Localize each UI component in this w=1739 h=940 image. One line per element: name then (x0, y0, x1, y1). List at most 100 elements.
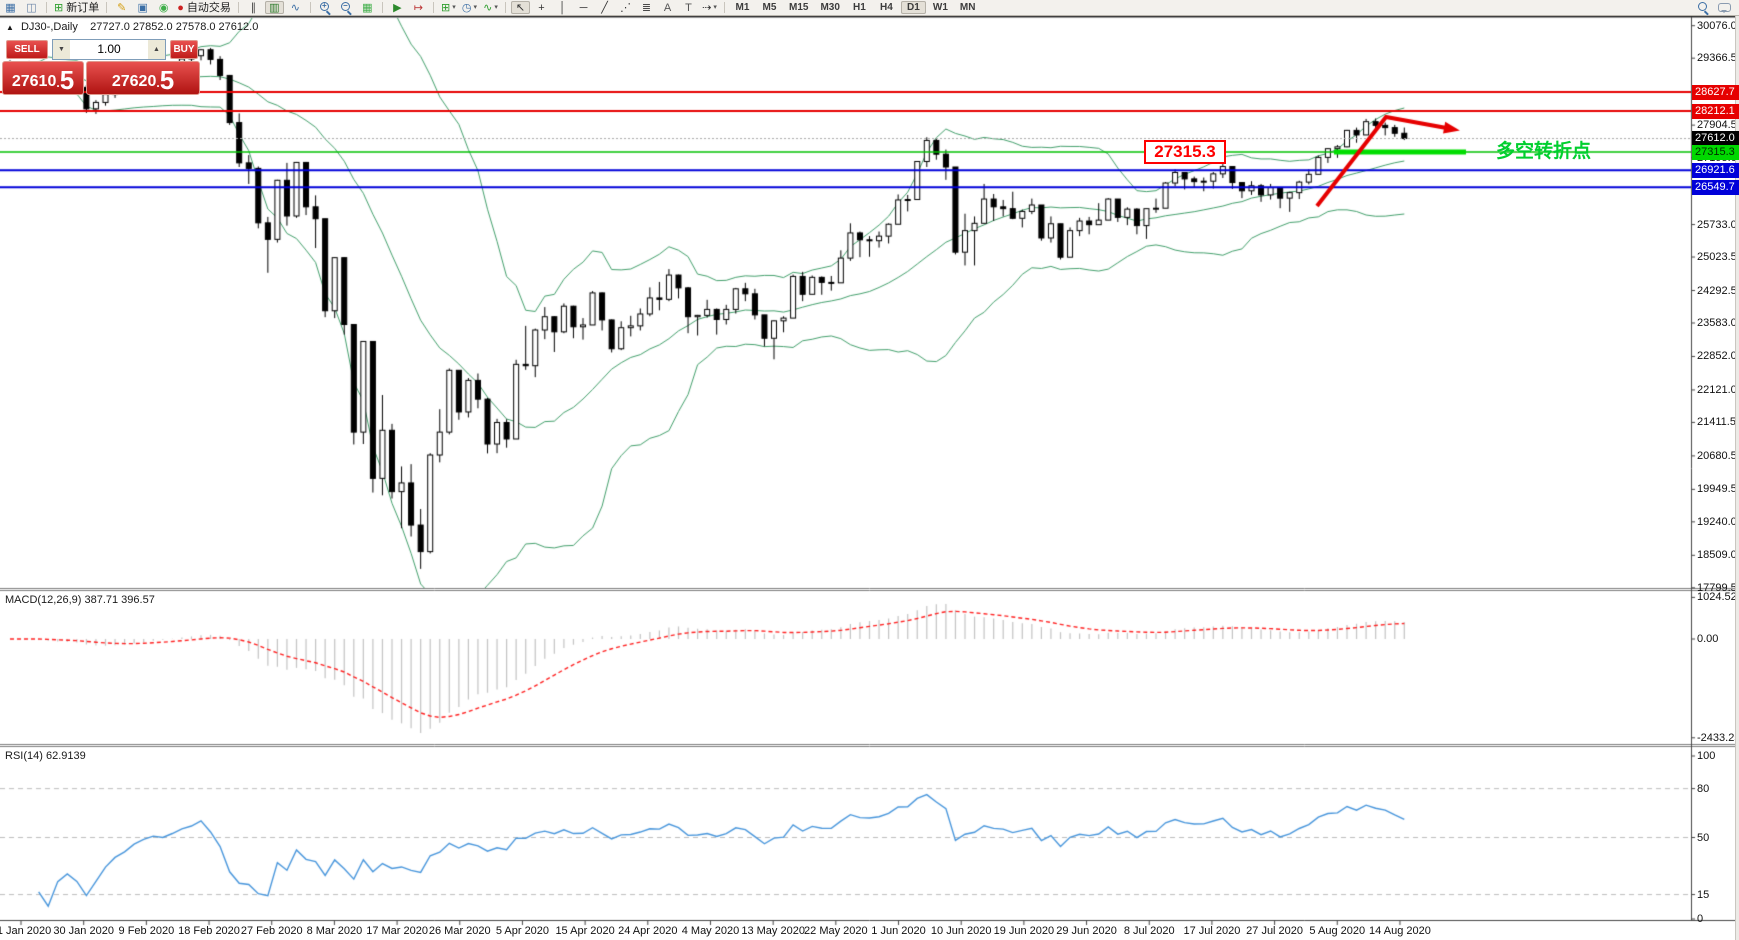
volume-field: ▼ 1.00 ▲ (52, 39, 166, 60)
price-axis-tick: 27904.5 (1697, 119, 1737, 131)
timeframe-d1[interactable]: D1 (901, 1, 926, 14)
price-axis-tick: 22852.0 (1697, 350, 1737, 362)
toolbar-separator (238, 2, 239, 13)
price-axis-tick: 18509.0 (1697, 549, 1737, 561)
date-axis-label: 4 May 2020 (682, 925, 739, 937)
equidistant-channel-icon[interactable]: ⋰ (616, 1, 635, 14)
rsi-axis-tick: 15 (1697, 889, 1709, 901)
candlestick-chart-icon[interactable]: ▥ (265, 1, 284, 14)
volume-increase-button[interactable]: ▲ (148, 40, 165, 59)
sell-button[interactable]: SELL (6, 40, 48, 59)
zoom-in-icon[interactable]: + (316, 1, 335, 14)
buy-price[interactable]: 27620.5 (86, 61, 200, 95)
date-axis-label: 17 Mar 2020 (366, 925, 428, 937)
symbol-name: DJ30-,Daily (21, 21, 78, 33)
macd-axis-tick: 1024.52 (1697, 591, 1737, 603)
bar-chart-icon[interactable]: ∥ (244, 1, 263, 14)
vertical-line-icon[interactable]: │ (553, 1, 572, 14)
chat-icon[interactable] (1718, 3, 1731, 12)
timeframe-mn[interactable]: MN (955, 1, 981, 14)
horizontal-line-icon[interactable]: ─ (574, 1, 593, 14)
sell-price-big-digit: 5 (60, 67, 74, 93)
volume-decrease-button[interactable]: ▼ (53, 40, 70, 59)
arrows-button[interactable]: ⇢ (700, 1, 719, 14)
panel-collapse-icon[interactable]: ▲ (6, 23, 14, 32)
trendline-icon[interactable]: ╱ (595, 1, 614, 14)
price-line-badge: 28627.7 (1692, 85, 1739, 100)
price-axis-tick: 19949.5 (1697, 483, 1737, 495)
new-order-button[interactable]: ⊞新订单 (52, 1, 101, 14)
line-chart-icon[interactable]: ∿ (286, 1, 305, 14)
styler-icon[interactable]: ✎ (112, 1, 131, 14)
date-axis-label: 19 Jun 2020 (994, 925, 1055, 937)
date-axis-label: 21 Jan 2020 (0, 925, 51, 937)
macd-indicator-label: MACD(12,26,9) 387.71 396.57 (5, 594, 155, 606)
price-axis-tick: 29366.5 (1697, 52, 1737, 64)
crosshair-icon[interactable]: + (532, 1, 551, 14)
date-axis-label: 13 May 2020 (741, 925, 805, 937)
toolbar-items: ▦◫⊞新订单✎▣◉●自动交易∥▥∿+−▦▶↦⊞◷∿↖+│─╱⋰≣AT⇢M1M5M… (0, 0, 981, 15)
date-axis-label: 14 Aug 2020 (1369, 925, 1431, 937)
data-window-icon[interactable]: ◫ (22, 1, 41, 14)
buy-button[interactable]: BUY (170, 40, 198, 59)
text-icon[interactable]: A (658, 1, 677, 14)
date-axis-label: 30 Jan 2020 (53, 925, 114, 937)
metaeditor-icon[interactable]: ▣ (133, 1, 152, 14)
auto-scroll-icon[interactable]: ▶ (388, 1, 407, 14)
toolbar-separator (382, 2, 383, 13)
price-axis-tick: 19240.0 (1697, 516, 1737, 528)
volume-input[interactable]: 1.00 (70, 40, 148, 59)
search-icon[interactable] (1697, 1, 1710, 14)
turning-point-annotation[interactable]: 多空转折点 (1496, 136, 1591, 163)
timeframe-m30[interactable]: M30 (815, 1, 844, 14)
periods-button[interactable]: ◷ (460, 1, 479, 14)
signals-icon[interactable]: ◉ (154, 1, 173, 14)
sell-price-main: 27610 (12, 71, 57, 93)
date-axis-label: 10 Jun 2020 (931, 925, 992, 937)
price-level-annotation[interactable]: 27315.3 (1144, 140, 1226, 164)
tile-windows-icon[interactable]: ▦ (358, 1, 377, 14)
timeframe-m15[interactable]: M15 (784, 1, 813, 14)
rsi-axis-tick: 80 (1697, 783, 1709, 795)
timeframe-h1[interactable]: H1 (847, 1, 872, 14)
timeframe-w1[interactable]: W1 (928, 1, 953, 14)
date-axis-label: 29 Jun 2020 (1056, 925, 1117, 937)
date-axis-label: 5 Apr 2020 (496, 925, 549, 937)
text-label-icon[interactable]: T (679, 1, 698, 14)
indicators-button[interactable]: ∿ (481, 1, 500, 14)
price-axis-tick: 30076.0 (1697, 20, 1737, 32)
new-chart-button[interactable]: ⊞ (439, 1, 458, 14)
timeframe-h4[interactable]: H4 (874, 1, 899, 14)
toolbar-separator (433, 2, 434, 13)
chart-canvas[interactable] (0, 0, 1739, 940)
date-axis-label: 9 Feb 2020 (119, 925, 175, 937)
chart-title: ▲ DJ30-,Daily 27727.0 27852.0 27578.0 27… (6, 21, 258, 33)
date-axis-label: 8 Mar 2020 (307, 925, 363, 937)
price-axis-tick: 21411.5 (1697, 416, 1736, 428)
date-axis-label: 22 May 2020 (804, 925, 868, 937)
price-axis-tick: 20680.5 (1697, 450, 1737, 462)
chart-windows-icon[interactable]: ▦ (1, 1, 20, 14)
rsi-axis-tick: 50 (1697, 832, 1709, 844)
autotrading-button[interactable]: ●自动交易 (175, 1, 233, 14)
buy-price-big-digit: 5 (160, 67, 174, 93)
cursor-icon[interactable]: ↖ (511, 1, 530, 14)
timeframe-m1[interactable]: M1 (730, 1, 755, 14)
price-axis-tick: 23583.0 (1697, 317, 1737, 329)
toolbar-separator (505, 2, 506, 13)
price-line-badge: 26549.7 (1692, 180, 1739, 195)
date-axis-label: 18 Feb 2020 (178, 925, 240, 937)
chart-shift-icon[interactable]: ↦ (409, 1, 428, 14)
ohlc-values: 27727.0 27852.0 27578.0 27612.0 (90, 21, 258, 33)
date-axis-label: 8 Jul 2020 (1124, 925, 1175, 937)
sell-price[interactable]: 27610.5 (2, 61, 84, 95)
date-axis-label: 27 Jul 2020 (1246, 925, 1303, 937)
fibonacci-icon[interactable]: ≣ (637, 1, 656, 14)
date-axis-label: 15 Apr 2020 (555, 925, 614, 937)
zoom-out-icon[interactable]: − (337, 1, 356, 14)
date-axis-label: 1 Jun 2020 (871, 925, 925, 937)
date-axis-label: 27 Feb 2020 (241, 925, 303, 937)
timeframe-m5[interactable]: M5 (757, 1, 782, 14)
price-axis-tick: 24292.5 (1697, 285, 1737, 297)
toolbar-separator (724, 2, 725, 13)
